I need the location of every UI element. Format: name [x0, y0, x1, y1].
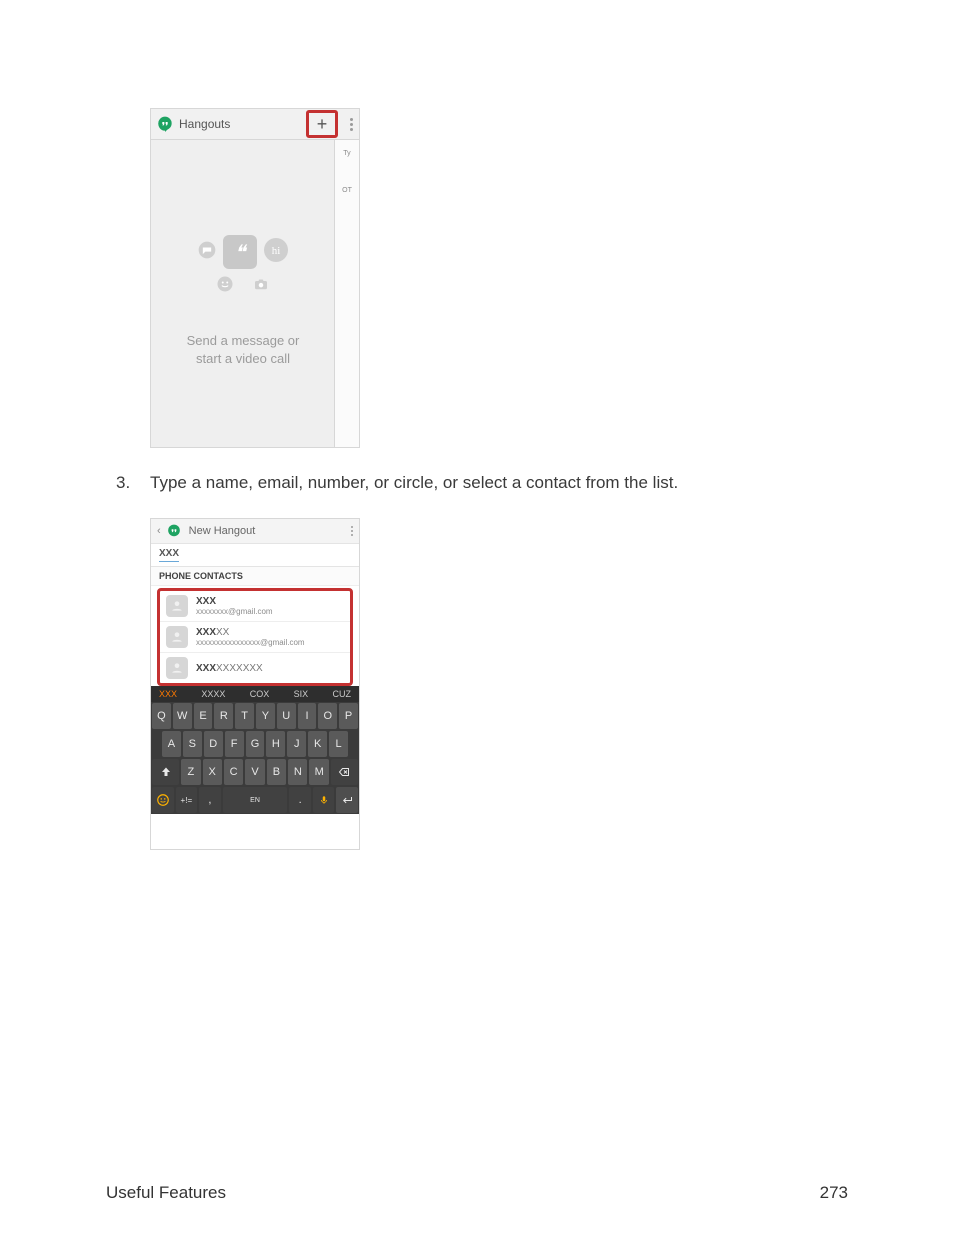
new-hangout-button[interactable]: +: [306, 110, 338, 138]
key-i[interactable]: I: [298, 703, 317, 729]
contact-name: XXXXX: [196, 627, 305, 638]
key-o[interactable]: O: [318, 703, 337, 729]
key-space[interactable]: EN: [223, 787, 288, 813]
app-bar: Hangouts +: [151, 109, 359, 140]
suggestion[interactable]: COX: [250, 689, 270, 699]
empty-state-line1: Send a message or: [161, 332, 325, 350]
contact-row[interactable]: XXXXXXXXXX: [160, 652, 350, 683]
search-value: XXX: [159, 548, 179, 562]
key-t[interactable]: T: [235, 703, 254, 729]
key-n[interactable]: N: [288, 759, 307, 785]
key-s[interactable]: S: [183, 731, 202, 757]
key-z[interactable]: Z: [181, 759, 200, 785]
key-q[interactable]: Q: [152, 703, 171, 729]
key-d[interactable]: D: [204, 731, 223, 757]
key-j[interactable]: J: [287, 731, 306, 757]
key-f[interactable]: F: [225, 731, 244, 757]
hangouts-icon: [167, 523, 183, 539]
empty-state: ❝ hi Send a message or start a video cal: [161, 235, 325, 367]
contact-email: xxxxxxxx@gmail.com: [196, 607, 273, 616]
contact-email: xxxxxxxxxxxxxxxx@gmail.com: [196, 638, 305, 647]
contacts-list-highlight: XXX xxxxxxxx@gmail.com XXXXX xxxxxxxxxxx…: [157, 588, 353, 686]
emoji-face-icon: [216, 275, 234, 298]
key-shift[interactable]: [152, 759, 179, 785]
svg-text:hi: hi: [272, 245, 281, 257]
suggestion[interactable]: XXX: [159, 689, 177, 699]
avatar: [166, 595, 188, 617]
key-l[interactable]: L: [329, 731, 348, 757]
overflow-menu-icon[interactable]: [351, 526, 353, 536]
key-x[interactable]: X: [203, 759, 222, 785]
side-panel-section: OT: [335, 187, 359, 194]
camera-icon: [252, 275, 270, 298]
keyboard: XXX XXXX COX SIX CUZ Q W E R T Y U I O P: [151, 686, 359, 814]
key-r[interactable]: R: [214, 703, 233, 729]
side-panel-text: Ty: [335, 150, 359, 157]
suggestion[interactable]: SIX: [294, 689, 309, 699]
avatar: [166, 657, 188, 679]
contact-name: XXXXXXXXXX: [196, 663, 263, 674]
key-u[interactable]: U: [277, 703, 296, 729]
section-header: PHONE CONTACTS: [151, 567, 359, 586]
hi-bubble-icon: hi: [263, 237, 289, 268]
key-p[interactable]: P: [339, 703, 358, 729]
key-mic[interactable]: [313, 787, 335, 813]
key-k[interactable]: K: [308, 731, 327, 757]
footer-section: Useful Features: [106, 1183, 226, 1203]
contact-row[interactable]: XXX xxxxxxxx@gmail.com: [160, 591, 350, 621]
screenshot-new-hangout: ‹ New Hangout XXX PHONE CONTACTS XXX xxx…: [150, 518, 360, 850]
key-comma[interactable]: ,: [199, 787, 221, 813]
key-c[interactable]: C: [224, 759, 243, 785]
step-3: 3. Type a name, email, number, or circle…: [116, 473, 678, 493]
screenshot-hangouts-home: Hangouts + Ty OT ❝ hi: [150, 108, 360, 448]
key-period[interactable]: .: [289, 787, 311, 813]
hangouts-icon: [157, 116, 173, 132]
contact-name: XXX: [196, 596, 273, 607]
contact-row[interactable]: XXXXX xxxxxxxxxxxxxxxx@gmail.com: [160, 621, 350, 652]
key-symbols[interactable]: +!=: [176, 787, 198, 813]
app-title: New Hangout: [189, 525, 345, 537]
chat-bubble-icon: [197, 240, 217, 265]
empty-state-line2: start a video call: [161, 350, 325, 368]
key-v[interactable]: V: [245, 759, 264, 785]
key-m[interactable]: M: [309, 759, 328, 785]
overflow-menu-icon[interactable]: [350, 118, 353, 131]
suggestion-bar: XXX XXXX COX SIX CUZ: [151, 686, 359, 702]
key-backspace[interactable]: [331, 759, 358, 785]
step-text: Type a name, email, number, or circle, o…: [150, 473, 678, 493]
key-h[interactable]: H: [266, 731, 285, 757]
quotes-icon: ❝: [223, 235, 257, 269]
avatar: [166, 626, 188, 648]
suggestion[interactable]: XXXX: [201, 689, 225, 699]
suggestion[interactable]: CUZ: [333, 689, 352, 699]
key-y[interactable]: Y: [256, 703, 275, 729]
key-a[interactable]: A: [162, 731, 181, 757]
side-panel: Ty OT: [334, 140, 359, 448]
key-e[interactable]: E: [194, 703, 213, 729]
key-w[interactable]: W: [173, 703, 192, 729]
app-bar: ‹ New Hangout: [151, 519, 359, 544]
key-b[interactable]: B: [267, 759, 286, 785]
footer-page-number: 273: [820, 1183, 848, 1203]
back-icon[interactable]: ‹: [157, 525, 161, 537]
key-enter[interactable]: [336, 787, 358, 813]
page-footer: Useful Features 273: [106, 1183, 848, 1203]
key-g[interactable]: G: [246, 731, 265, 757]
app-title: Hangouts: [179, 117, 300, 131]
step-number: 3.: [116, 473, 150, 493]
search-input[interactable]: XXX: [151, 544, 359, 567]
key-emoji[interactable]: [152, 787, 174, 813]
